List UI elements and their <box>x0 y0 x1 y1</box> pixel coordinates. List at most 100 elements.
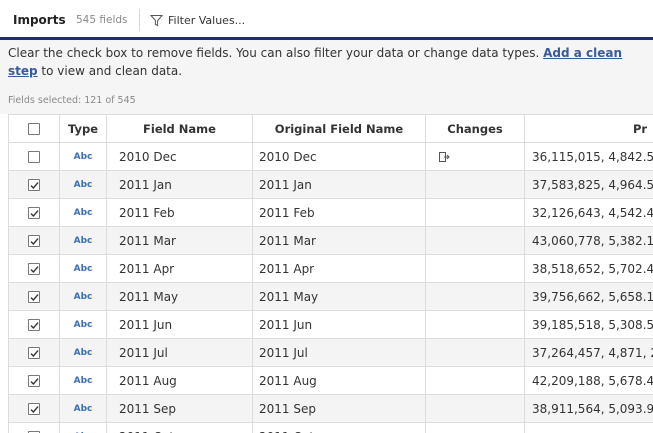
field-name-cell[interactable]: 2011 Apr <box>106 254 253 283</box>
changes-cell[interactable] <box>425 366 525 395</box>
type-badge[interactable]: Abc <box>59 366 107 395</box>
row-checkbox-cell[interactable] <box>8 394 60 423</box>
column-header-original-field-name[interactable]: Original Field Name <box>252 114 426 143</box>
row-checkbox-cell[interactable] <box>8 422 60 433</box>
selection-status: Fields selected: 121 of 545 <box>0 88 653 114</box>
table-row[interactable]: Abc 2011 Jun 2011 Jun 39,185,518, 5,308.5, <box>8 310 653 339</box>
row-checkbox[interactable] <box>28 263 40 275</box>
original-field-name-cell: 2011 Aug <box>252 366 426 395</box>
select-all-checkbox[interactable] <box>28 123 40 135</box>
type-badge[interactable]: Abc <box>59 394 107 423</box>
row-checkbox-cell[interactable] <box>8 170 60 199</box>
original-field-name-cell: 2011 Feb <box>252 198 426 227</box>
row-checkbox[interactable] <box>28 319 40 331</box>
table-row[interactable]: Abc2011 Oct2011 Oct <box>8 422 653 433</box>
changes-cell[interactable] <box>425 142 525 171</box>
checkmark-icon <box>30 210 39 218</box>
field-name-cell[interactable]: 2011 Oct <box>106 422 253 433</box>
row-checkbox-cell[interactable] <box>8 254 60 283</box>
field-name-cell[interactable]: 2011 Aug <box>106 366 253 395</box>
row-checkbox[interactable] <box>28 235 40 247</box>
row-checkbox-cell[interactable] <box>8 310 60 339</box>
preview-values-cell: 37,264,457, 4,871, 2( <box>524 338 653 367</box>
table-row[interactable]: Abc 2011 May 2011 May 39,756,662, 5,658.1, <box>8 282 653 311</box>
original-field-name-cell: 2011 Apr <box>252 254 426 283</box>
table-row[interactable]: Abc 2011 Aug 2011 Aug 42,209,188, 5,678.4, <box>8 366 653 395</box>
changes-cell[interactable] <box>425 310 525 339</box>
filter-values-label: Filter Values... <box>168 13 246 27</box>
row-checkbox-cell[interactable] <box>8 282 60 311</box>
table-row[interactable]: Abc 2011 Jan 2011 Jan 37,583,825, 4,964.5, <box>8 170 653 199</box>
type-badge[interactable]: Abc <box>59 170 107 199</box>
changes-cell[interactable] <box>425 254 525 283</box>
field-name-cell[interactable]: 2011 Sep <box>106 394 253 423</box>
changes-cell[interactable] <box>425 226 525 255</box>
table-row[interactable]: Abc 2011 Feb 2011 Feb 32,126,643, 4,542.4, <box>8 198 653 227</box>
table-row[interactable]: Abc 2011 Mar 2011 Mar 43,060,778, 5,382.1, <box>8 226 653 255</box>
type-badge[interactable]: Abc <box>59 310 107 339</box>
changes-cell[interactable] <box>425 338 525 367</box>
original-field-name-cell: 2011 May <box>252 282 426 311</box>
field-name-cell[interactable]: 2010 Dec <box>106 142 253 171</box>
field-name-cell[interactable]: 2011 Feb <box>106 198 253 227</box>
top-bar: Imports 545 fields Filter Values... <box>0 0 653 40</box>
row-checkbox[interactable] <box>28 403 40 415</box>
changes-cell[interactable] <box>425 170 525 199</box>
row-checkbox[interactable] <box>28 375 40 387</box>
table-row[interactable]: Abc 2010 Dec 2010 Dec 36,115,015, 4,842.5, <box>8 142 653 171</box>
field-name-cell[interactable]: 2011 Jun <box>106 310 253 339</box>
row-checkbox-cell[interactable] <box>8 338 60 367</box>
field-name-cell[interactable]: 2011 Jul <box>106 338 253 367</box>
table-row[interactable]: Abc 2011 Jul 2011 Jul 37,264,457, 4,871, 2( <box>8 338 653 367</box>
original-field-name-cell: 2010 Dec <box>252 142 426 171</box>
row-checkbox[interactable] <box>28 151 40 163</box>
type-badge[interactable]: Abc <box>59 254 107 283</box>
row-checkbox[interactable] <box>28 179 40 191</box>
column-header-field-name[interactable]: Field Name <box>106 114 253 143</box>
panel-title: Imports <box>13 13 66 27</box>
checkmark-icon <box>30 294 39 302</box>
column-header-type[interactable]: Type <box>59 114 107 143</box>
field-name-cell[interactable]: 2011 Jan <box>106 170 253 199</box>
checkmark-icon <box>30 350 39 358</box>
row-checkbox[interactable] <box>28 207 40 219</box>
row-checkbox-cell[interactable] <box>8 198 60 227</box>
preview-values-cell: 42,209,188, 5,678.4, <box>524 366 653 395</box>
changes-cell[interactable] <box>425 422 525 433</box>
column-header-changes[interactable]: Changes <box>425 114 525 143</box>
preview-values-cell: 38,518,652, 5,702.4, <box>524 254 653 283</box>
checkmark-icon <box>30 266 39 274</box>
changes-cell[interactable] <box>425 198 525 227</box>
type-badge[interactable]: Abc <box>59 226 107 255</box>
column-header-preview[interactable]: Pr <box>524 114 653 143</box>
field-name-cell[interactable]: 2011 Mar <box>106 226 253 255</box>
original-field-name-cell: 2011 Sep <box>252 394 426 423</box>
select-all-header[interactable] <box>8 114 60 143</box>
type-badge[interactable]: Abc <box>59 422 107 433</box>
field-name-cell[interactable]: 2011 May <box>106 282 253 311</box>
row-checkbox[interactable] <box>28 291 40 303</box>
changes-cell[interactable] <box>425 282 525 311</box>
row-checkbox[interactable] <box>28 347 40 359</box>
fields-table: Type Field Name Original Field Name Chan… <box>8 114 653 433</box>
changes-cell[interactable] <box>425 394 525 423</box>
fields-grid[interactable]: Type Field Name Original Field Name Chan… <box>8 114 653 433</box>
preview-values-cell: 38,911,564, 5,093.9, <box>524 394 653 423</box>
table-row[interactable]: Abc 2011 Apr 2011 Apr 38,518,652, 5,702.4, <box>8 254 653 283</box>
row-checkbox-cell[interactable] <box>8 366 60 395</box>
field-count: 545 fields <box>76 14 128 26</box>
table-row[interactable]: Abc 2011 Sep 2011 Sep 38,911,564, 5,093.9, <box>8 394 653 423</box>
instructions-text: Clear the check box to remove fields. Yo… <box>8 46 623 78</box>
type-badge[interactable]: Abc <box>59 282 107 311</box>
type-badge[interactable]: Abc <box>59 338 107 367</box>
original-field-name-cell: 2011 Mar <box>252 226 426 255</box>
change-icon[interactable] <box>438 150 450 164</box>
filter-values-button[interactable]: Filter Values... <box>150 11 245 29</box>
type-badge[interactable]: Abc <box>59 198 107 227</box>
preview-values-cell: 37,583,825, 4,964.5, <box>524 170 653 199</box>
preview-values-cell: 32,126,643, 4,542.4, <box>524 198 653 227</box>
row-checkbox-cell[interactable] <box>8 142 60 171</box>
preview-values-cell: 43,060,778, 5,382.1, <box>524 226 653 255</box>
row-checkbox-cell[interactable] <box>8 226 60 255</box>
type-badge[interactable]: Abc <box>59 142 107 171</box>
